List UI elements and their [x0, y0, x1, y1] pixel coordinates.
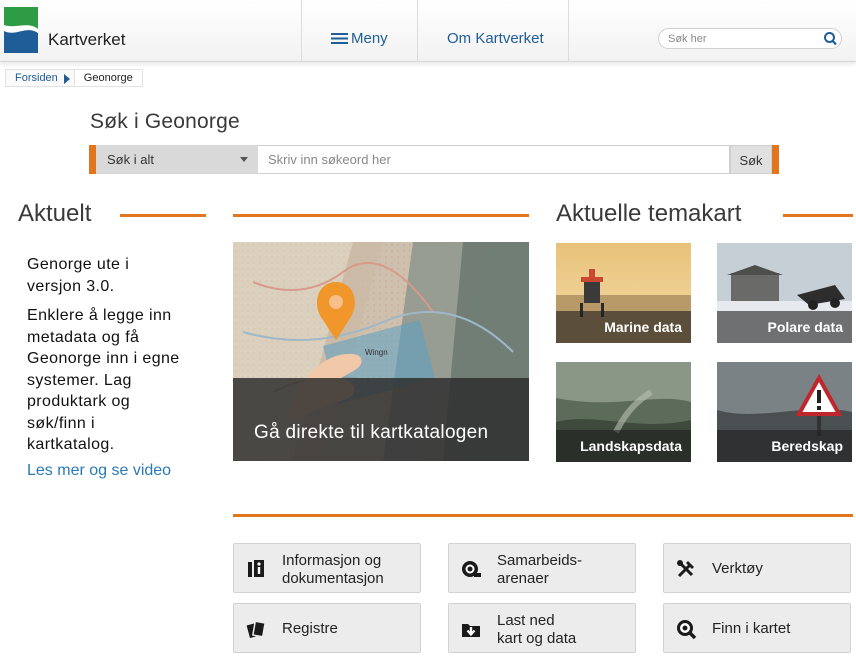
temakart-heading: Aktuelle temakart [556, 200, 742, 227]
theme-label: Marine data [604, 319, 682, 335]
info-icon [248, 560, 264, 577]
theme-tile-polar[interactable]: Polare data [717, 243, 852, 343]
tool-label-line: Last ned [497, 612, 555, 629]
theme-label: Landskapsdata [580, 438, 682, 454]
tool-label: Samarbeids- arenaer [497, 552, 582, 588]
nav-divider [568, 0, 569, 62]
search-scope-value: Søk i alt [107, 152, 154, 167]
tool-label: Informasjon og dokumentasjon [282, 552, 384, 588]
menu-label: Meny [351, 30, 388, 47]
aktuelt-heading: Aktuelt [18, 200, 92, 227]
search-button[interactable]: Søk [730, 145, 772, 174]
news-line: systemer. Lag [27, 371, 132, 389]
find-in-map-button[interactable]: Finn i kartet [663, 603, 851, 653]
theme-tile-landscape[interactable]: Landskapsdata [556, 362, 691, 462]
read-more-link[interactable]: Les mer og se video [27, 462, 171, 480]
news-line: metadata og få [27, 328, 140, 346]
tools-button[interactable]: Verktøy [663, 543, 851, 593]
kartkatalog-tile[interactable]: Wingn Gå direkte til kartkatalogen [233, 242, 529, 461]
search-title: Søk i Geonorge [90, 110, 240, 133]
download-icon [462, 624, 480, 637]
breadcrumb: Forsiden Geonorge [5, 69, 143, 87]
news-line: Enklere å legge inn [27, 307, 172, 324]
download-button[interactable]: Last ned kart og data [448, 603, 636, 653]
theme-tile-marine[interactable]: Marine data [556, 243, 691, 343]
tile-caption-band [233, 378, 529, 461]
breadcrumb-current: Geonorge [73, 69, 143, 87]
theme-tile-preparedness[interactable]: Beredskap [717, 362, 852, 462]
tool-label-line: Finn i kartet [712, 620, 791, 637]
heading-rule [233, 214, 529, 217]
registers-button[interactable]: Registre [233, 603, 421, 653]
site-header: Kartverket Meny Om Kartverket [0, 0, 856, 62]
info-documentation-button[interactable]: Informasjon og dokumentasjon [233, 543, 421, 593]
section-divider [233, 514, 853, 517]
tool-label-line: arenaer [497, 570, 549, 587]
tool-label-line: Verktøy [712, 560, 763, 577]
theme-label: Polare data [767, 319, 843, 335]
geonorge-search-bar: Søk i alt Søk [89, 145, 779, 174]
tool-label: Verktøy [712, 560, 763, 578]
map-place-label: Wingn [365, 348, 388, 357]
accent-bar [89, 145, 96, 174]
tool-label-line: Samarbeids- [497, 552, 583, 569]
map-search-icon [677, 620, 697, 640]
news-line: kartkatalog. [27, 436, 115, 453]
header-search-input[interactable] [668, 31, 818, 46]
tool-label-line: dokumentasjon [282, 570, 384, 587]
news-paragraph: Genorge ute i versjon 3.0. [27, 254, 205, 297]
news-line: Genorge ute i [27, 256, 130, 273]
geonorge-search-input[interactable] [258, 146, 729, 173]
breadcrumb-arrow-icon [63, 74, 70, 84]
nav-divider [417, 0, 418, 62]
collaboration-button[interactable]: Samarbeids- arenaer [448, 543, 636, 593]
geonorge-search-field [258, 145, 730, 174]
news-line: produktark og [27, 393, 131, 410]
tool-label-line: kart og data [497, 630, 577, 647]
accent-bar [772, 145, 779, 174]
tool-label-line: Informasjon og [282, 552, 382, 569]
kartverket-logo[interactable] [4, 7, 38, 53]
news-line: versjon 3.0. [27, 277, 115, 295]
search-icon[interactable] [821, 30, 840, 47]
about-link[interactable]: Om Kartverket [447, 30, 544, 47]
tool-label: Finn i kartet [712, 620, 790, 638]
news-line: Geonorge inn i egne [27, 350, 180, 367]
tools-icon [677, 560, 694, 578]
breadcrumb-home[interactable]: Forsiden [5, 69, 74, 87]
header-search [658, 28, 842, 49]
menu-button[interactable]: Meny [331, 30, 388, 47]
tool-label-line: Registre [282, 620, 338, 637]
search-scope-select[interactable]: Søk i alt [96, 145, 258, 174]
heading-rule [783, 214, 853, 217]
breadcrumb-home-label: Forsiden [15, 72, 58, 84]
nav-divider [301, 0, 302, 62]
tool-label: Registre [282, 620, 338, 638]
brand-name[interactable]: Kartverket [48, 30, 125, 50]
theme-label: Beredskap [771, 438, 843, 454]
tool-label: Last ned kart og data [497, 612, 576, 648]
chevron-down-icon [240, 157, 248, 162]
heading-rule [120, 214, 206, 217]
kartkatalog-label: Gå direkte til kartkatalogen [254, 422, 489, 443]
news-paragraph: Enklere å legge inn metadata og få Geono… [27, 305, 205, 456]
registers-icon [246, 620, 267, 639]
hamburger-icon [331, 33, 348, 44]
collaboration-icon [462, 561, 481, 577]
news-line: søk/finn i [27, 414, 96, 432]
